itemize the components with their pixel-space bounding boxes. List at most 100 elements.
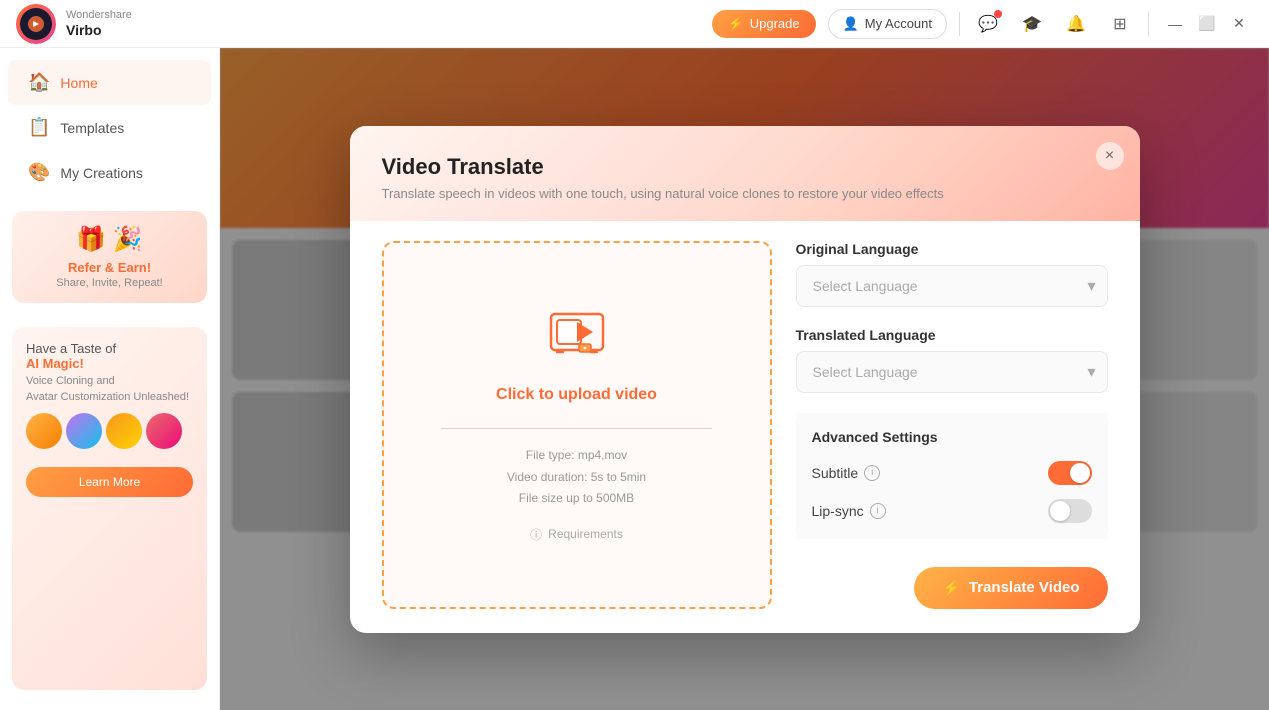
chat-btn-wrapper: 💬 <box>972 8 1004 40</box>
upload-info: File type: mp4,mov Video duration: 5s to… <box>507 445 646 510</box>
promo-icon: 🎁 🎉 <box>26 225 193 254</box>
original-language-select[interactable]: Select Language <box>796 265 1108 307</box>
sidebar-item-templates[interactable]: 📋 Templates <box>8 105 211 150</box>
modal-overlay: × Video Translate Translate speech in vi… <box>220 48 1269 710</box>
divider2 <box>1148 12 1149 36</box>
minimize-button[interactable]: — <box>1161 10 1189 38</box>
logo-icon <box>26 14 46 34</box>
modal-subtitle: Translate speech in videos with one touc… <box>382 186 1108 201</box>
title-bar: Wondershare Virbo ⚡ Upgrade 👤 My Account… <box>0 0 1269 48</box>
sidebar: 🏠 Home 📋 Templates 🎨 My Creations 🎁 🎉 Re… <box>0 48 220 710</box>
ad-title-orange: AI Magic! <box>26 356 193 371</box>
subtitle-toggle-knob <box>1070 463 1090 483</box>
ad-title-text: Have a Taste of <box>26 341 116 356</box>
title-bar-right: ⚡ Upgrade 👤 My Account 💬 🎓 🔔 ⊞ — ⬜ ✕ <box>712 8 1253 40</box>
upload-area[interactable]: Click to upload video File type: mp4,mov… <box>382 241 772 609</box>
divider <box>959 12 960 36</box>
sidebar-item-home-label: Home <box>60 75 97 91</box>
maximize-button[interactable]: ⬜ <box>1193 10 1221 38</box>
account-label: My Account <box>865 16 932 31</box>
ad-title: Have a Taste of <box>26 341 193 356</box>
translated-language-label: Translated Language <box>796 327 1108 343</box>
ad-images <box>26 413 193 449</box>
grid-icon[interactable]: ⊞ <box>1104 8 1136 40</box>
subtitle-label-group: Subtitle i <box>812 465 881 481</box>
templates-icon: 📋 <box>28 117 50 138</box>
promo-title: Refer & Earn! <box>26 260 193 275</box>
notification-dot <box>994 10 1002 18</box>
lipsync-label-group: Lip-sync i <box>812 503 886 519</box>
account-icon: 👤 <box>843 16 859 32</box>
ad-sub2: Avatar Customization Unleashed! <box>26 391 193 403</box>
upgrade-button[interactable]: ⚡ Upgrade <box>712 10 816 38</box>
lipsync-toggle-knob <box>1050 501 1070 521</box>
close-icon: × <box>1105 147 1114 165</box>
requirements-label: Requirements <box>548 527 623 541</box>
file-type-text: File type: mp4,mov <box>507 445 646 467</box>
translated-language-wrapper: Select Language ▾ <box>796 351 1108 393</box>
duration-text: Video duration: 5s to 5min <box>507 467 646 489</box>
sidebar-item-templates-label: Templates <box>60 120 124 136</box>
subtitle-toggle[interactable] <box>1048 461 1092 485</box>
content-area: × Video Translate Translate speech in vi… <box>220 48 1269 710</box>
promo-subtitle: Share, Invite, Repeat! <box>26 277 193 289</box>
requirements-icon: ⓘ <box>530 526 542 543</box>
app-logo <box>16 4 56 44</box>
subtitle-row: Subtitle i <box>812 461 1092 485</box>
title-bar-left: Wondershare Virbo <box>16 4 132 44</box>
gift-icon[interactable]: 🎓 <box>1016 8 1048 40</box>
settings-panel: Original Language Select Language ▾ <box>796 241 1108 609</box>
translate-video-button[interactable]: ⚡ Translate Video <box>914 567 1107 609</box>
original-language-section: Original Language Select Language ▾ <box>796 241 1108 307</box>
original-language-wrapper: Select Language ▾ <box>796 265 1108 307</box>
learn-more-button[interactable]: Learn More <box>26 467 193 497</box>
lipsync-toggle[interactable] <box>1048 499 1092 523</box>
app-name-top: Wondershare <box>66 9 132 22</box>
sidebar-promo[interactable]: 🎁 🎉 Refer & Earn! Share, Invite, Repeat! <box>12 211 207 303</box>
ad-avatar-1 <box>26 413 62 449</box>
ad-avatar-3 <box>106 413 142 449</box>
creations-icon: 🎨 <box>28 162 50 183</box>
translate-btn-icon: ⚡ <box>942 579 961 597</box>
main-layout: 🏠 Home 📋 Templates 🎨 My Creations 🎁 🎉 Re… <box>0 48 1269 710</box>
modal-body: Click to upload video File type: mp4,mov… <box>350 221 1140 633</box>
app-window: Wondershare Virbo ⚡ Upgrade 👤 My Account… <box>0 0 1269 710</box>
upload-divider <box>441 428 711 429</box>
subtitle-label: Subtitle <box>812 465 859 481</box>
video-translate-modal: × Video Translate Translate speech in vi… <box>350 126 1140 633</box>
lipsync-info-icon[interactable]: i <box>870 503 886 519</box>
ad-sub1: Voice Cloning and <box>26 375 193 387</box>
home-icon: 🏠 <box>28 72 50 93</box>
sidebar-item-home[interactable]: 🏠 Home <box>8 60 211 105</box>
my-account-button[interactable]: 👤 My Account <box>828 9 947 39</box>
size-text: File size up to 500MB <box>507 488 646 510</box>
sidebar-item-creations[interactable]: 🎨 My Creations <box>8 150 211 195</box>
translated-language-select[interactable]: Select Language <box>796 351 1108 393</box>
upgrade-icon: ⚡ <box>728 16 744 32</box>
window-controls: — ⬜ ✕ <box>1161 10 1253 38</box>
upload-icon <box>549 306 605 374</box>
advanced-settings-title: Advanced Settings <box>812 429 1092 445</box>
lipsync-row: Lip-sync i <box>812 499 1092 523</box>
original-language-label: Original Language <box>796 241 1108 257</box>
ad-avatar-2 <box>66 413 102 449</box>
requirements-link[interactable]: ⓘ Requirements <box>530 526 623 543</box>
subtitle-info-icon[interactable]: i <box>864 465 880 481</box>
learn-more-label: Learn More <box>79 475 140 489</box>
translated-language-section: Translated Language Select Language ▾ <box>796 327 1108 393</box>
modal-title: Video Translate <box>382 154 1108 180</box>
modal-header: × Video Translate Translate speech in vi… <box>350 126 1140 221</box>
ad-avatar-4 <box>146 413 182 449</box>
app-name-bottom: Virbo <box>66 22 132 39</box>
help-icon[interactable]: 🔔 <box>1060 8 1092 40</box>
translate-btn-label: Translate Video <box>969 579 1080 596</box>
upload-label: Click to upload video <box>496 386 657 404</box>
lipsync-label: Lip-sync <box>812 503 864 519</box>
translate-btn-row: ⚡ Translate Video <box>796 559 1108 609</box>
upgrade-label: Upgrade <box>750 16 800 31</box>
app-name: Wondershare Virbo <box>66 9 132 39</box>
close-button[interactable]: ✕ <box>1225 10 1253 38</box>
advanced-settings: Advanced Settings Subtitle i <box>796 413 1108 539</box>
modal-close-button[interactable]: × <box>1096 142 1124 170</box>
sidebar-item-creations-label: My Creations <box>60 165 142 181</box>
